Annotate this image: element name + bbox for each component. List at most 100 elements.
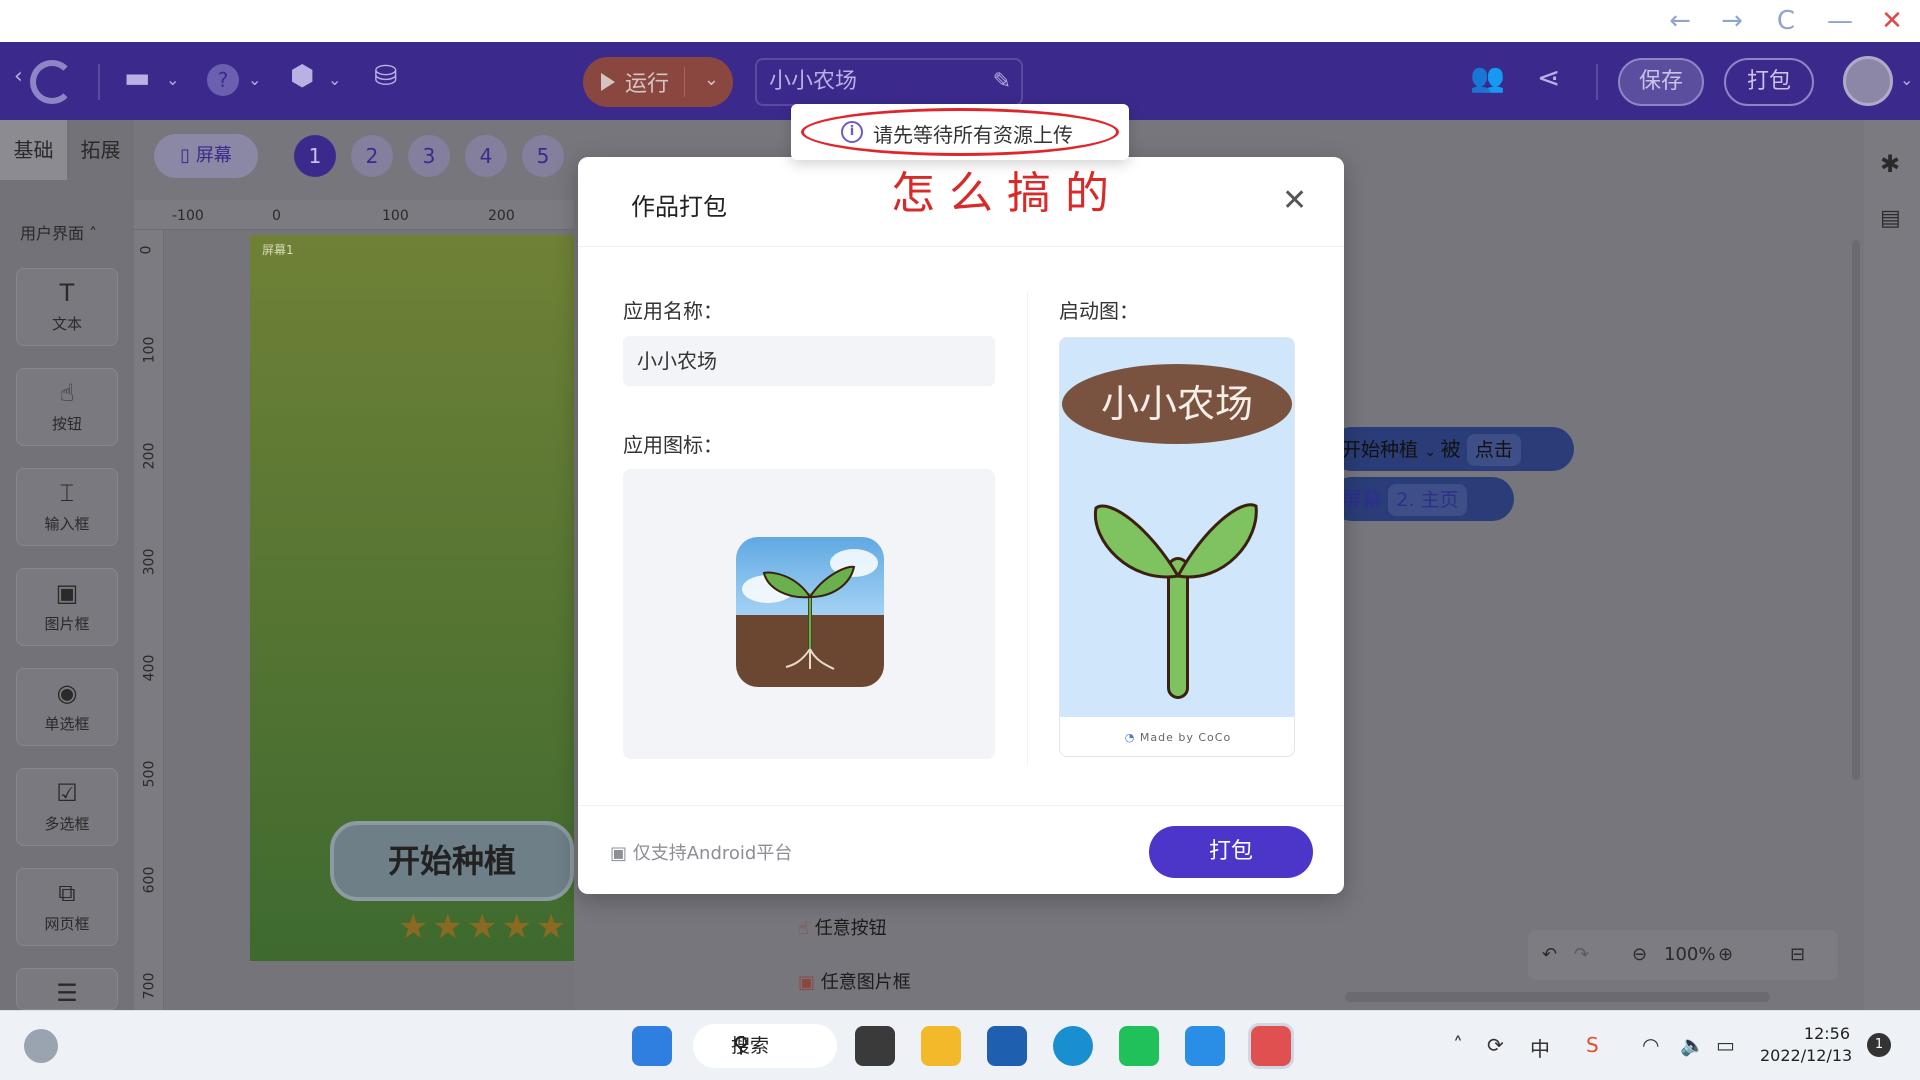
tool-button[interactable]: ☝ 按钮 — [16, 368, 118, 446]
tab-basic[interactable]: 基础 — [0, 120, 67, 180]
notification-badge[interactable]: 1 — [1867, 1033, 1891, 1057]
tool-text[interactable]: T 文本 — [16, 268, 118, 346]
tool-label: 网页框 — [44, 915, 90, 933]
splash-footer: ◔ Made by CoCo — [1060, 717, 1294, 756]
undo-icon[interactable]: ↶ — [1542, 930, 1557, 980]
pack-button[interactable]: 打包 — [1724, 58, 1814, 106]
ruler-label: 100 — [382, 208, 409, 224]
sogou-icon[interactable]: S — [1586, 1033, 1599, 1057]
help-icon[interactable]: ? — [207, 64, 239, 96]
avatar[interactable] — [1843, 56, 1893, 106]
chevron-up-icon[interactable]: ˄ — [1453, 1033, 1463, 1057]
vertical-ruler: 0 100 200 300 400 500 600 700 — [134, 230, 164, 1010]
zoom-in-icon[interactable]: ⊕ — [1718, 930, 1733, 980]
window-titlebar: ← → C — ✕ — [0, 0, 1920, 42]
screen-target-dropdown[interactable]: 2. 主页 — [1388, 484, 1467, 516]
tab-extension[interactable]: 拓展 — [67, 120, 134, 180]
taskbar-search[interactable]: ⚲ 搜索 — [693, 1024, 837, 1068]
edge-browser-icon[interactable] — [1053, 1026, 1093, 1066]
tool-radio[interactable]: ◉ 单选框 — [16, 668, 118, 746]
feishu-icon[interactable] — [1185, 1026, 1225, 1066]
refresh-icon[interactable]: C — [1766, 4, 1806, 38]
wifi-icon[interactable]: ◠ — [1642, 1033, 1659, 1057]
section-user-interface[interactable]: 用户界面 ˄ — [20, 220, 97, 244]
file-explorer-icon[interactable] — [921, 1026, 961, 1066]
coco-app-icon[interactable] — [1248, 1023, 1294, 1069]
palette-item-any-button[interactable]: ☝ 任意按钮 — [798, 914, 887, 940]
project-name-field[interactable]: 小小农场 ✎ — [755, 58, 1023, 106]
share-icon[interactable]: ⋖ — [1537, 64, 1560, 92]
minimize-button[interactable]: — — [1820, 4, 1860, 38]
ruler-label: 0 — [272, 208, 281, 224]
event-target-dropdown[interactable]: 开始种植 — [1342, 434, 1418, 466]
volume-muted-icon[interactable]: 🔈 — [1680, 1033, 1705, 1057]
dialog-footer: ▣ 仅支持Android平台 打包 — [578, 805, 1344, 894]
tool-image[interactable]: ▣ 图片框 — [16, 568, 118, 646]
tool-webview[interactable]: ⧉ 网页框 — [16, 868, 118, 946]
tool-more[interactable]: ☰ — [16, 968, 118, 1010]
layout-icon[interactable]: ⊟ — [1790, 930, 1805, 980]
zoom-out-icon[interactable]: ⊖ — [1632, 930, 1647, 980]
redo-icon[interactable]: ↷ — [1574, 930, 1589, 980]
tool-label: 输入框 — [44, 515, 90, 533]
database-icon[interactable]: ⛁ — [374, 62, 397, 90]
pack-submit-button[interactable]: 打包 — [1149, 826, 1313, 878]
edit-icon[interactable]: ✎ — [993, 60, 1011, 104]
platform-note: ▣ 仅支持Android平台 — [610, 839, 792, 865]
event-action-dropdown[interactable]: 点击 — [1466, 434, 1521, 466]
wechat-icon[interactable] — [1119, 1026, 1159, 1066]
bug-icon[interactable]: ✱ — [1880, 150, 1900, 178]
input-method-indicator[interactable]: 中 — [1530, 1033, 1550, 1062]
settings-chevron-down-icon[interactable]: ⌄ — [328, 72, 341, 88]
close-window-button[interactable]: ✕ — [1872, 4, 1912, 38]
start-windows-icon[interactable] — [632, 1026, 672, 1066]
tool-input[interactable]: ⌶ 输入框 — [16, 468, 118, 546]
package-dialog: 作品打包 怎么搞的 ✕ 应用名称： 小小农场 应用图标： 启动图： 小小农场 ◔… — [578, 157, 1344, 894]
back-arrow-icon[interactable]: ← — [1660, 4, 1700, 38]
page-tab-2[interactable]: 2 — [351, 135, 393, 177]
weather-icon[interactable] — [24, 1029, 58, 1063]
navigate-screen-block[interactable]: 屏幕 2. 主页 — [1330, 477, 1514, 521]
save-button[interactable]: 保存 — [1618, 58, 1704, 106]
tool-checkbox[interactable]: ☑ 多选框 — [16, 768, 118, 846]
palette-item-any-image[interactable]: ▣ 任意图片框 — [798, 968, 911, 994]
page-tab-3[interactable]: 3 — [408, 135, 450, 177]
chevron-down-icon: ⌄ — [1424, 444, 1441, 460]
horizontal-scrollbar[interactable] — [1345, 992, 1770, 1002]
avatar-chevron-down-icon[interactable]: ⌄ — [1900, 72, 1913, 88]
run-button[interactable]: 运行 ⌄ — [583, 57, 733, 107]
screen-toolbar: ▯ 屏幕 1 2 3 4 5 — [134, 120, 574, 200]
settings-hexagon-icon[interactable]: ⬢ — [290, 62, 314, 90]
event-block[interactable]: 开始种植 ⌄ 被 点击 — [1330, 427, 1574, 471]
splash-title-sign: 小小农场 — [1062, 364, 1292, 444]
app-name-field[interactable]: 小小农场 — [623, 336, 995, 386]
page-tab-5[interactable]: 5 — [522, 135, 564, 177]
storage-icon[interactable]: ▤ — [1880, 206, 1901, 231]
taskbar-clock[interactable]: 12:56 2022/12/13 — [1760, 1023, 1852, 1067]
splash-image-upload[interactable]: 小小农场 ◔ Made by CoCo — [1059, 337, 1295, 757]
run-divider — [684, 67, 685, 97]
task-view-icon[interactable] — [855, 1026, 895, 1066]
app-icon-label: 应用图标： — [623, 433, 723, 457]
folder-icon[interactable]: ▬ — [124, 64, 150, 92]
tool-label: 图片框 — [44, 615, 90, 633]
start-planting-button[interactable]: 开始种植 — [330, 821, 574, 901]
page-tab-4[interactable]: 4 — [465, 135, 507, 177]
sync-icon[interactable]: ⟳ — [1487, 1033, 1504, 1057]
component-sidebar: 基础 拓展 用户界面 ˄ T 文本 ☝ 按钮 ⌶ 输入框 ▣ 图片框 ◉ 单选框… — [0, 120, 134, 1010]
help-chevron-down-icon[interactable]: ⌄ — [248, 72, 261, 88]
screen-button[interactable]: ▯ 屏幕 — [154, 134, 258, 178]
close-icon[interactable]: ✕ — [1282, 183, 1307, 218]
run-chevron-down-icon[interactable]: ⌄ — [704, 69, 719, 90]
store-icon[interactable] — [987, 1026, 1027, 1066]
battery-icon[interactable]: ▭ — [1716, 1033, 1735, 1057]
tool-label: 按钮 — [51, 415, 82, 433]
app-icon-upload[interactable] — [623, 469, 995, 759]
folder-chevron-down-icon[interactable]: ⌄ — [166, 72, 179, 88]
collaborators-icon[interactable]: 👥 — [1470, 64, 1505, 92]
forward-arrow-icon[interactable]: → — [1712, 4, 1752, 38]
palette-label: 任意按钮 — [814, 918, 887, 939]
page-tab-1[interactable]: 1 — [294, 135, 336, 177]
collapse-chevron-icon[interactable]: ‹ — [14, 66, 23, 88]
vertical-scrollbar[interactable] — [1852, 240, 1860, 780]
